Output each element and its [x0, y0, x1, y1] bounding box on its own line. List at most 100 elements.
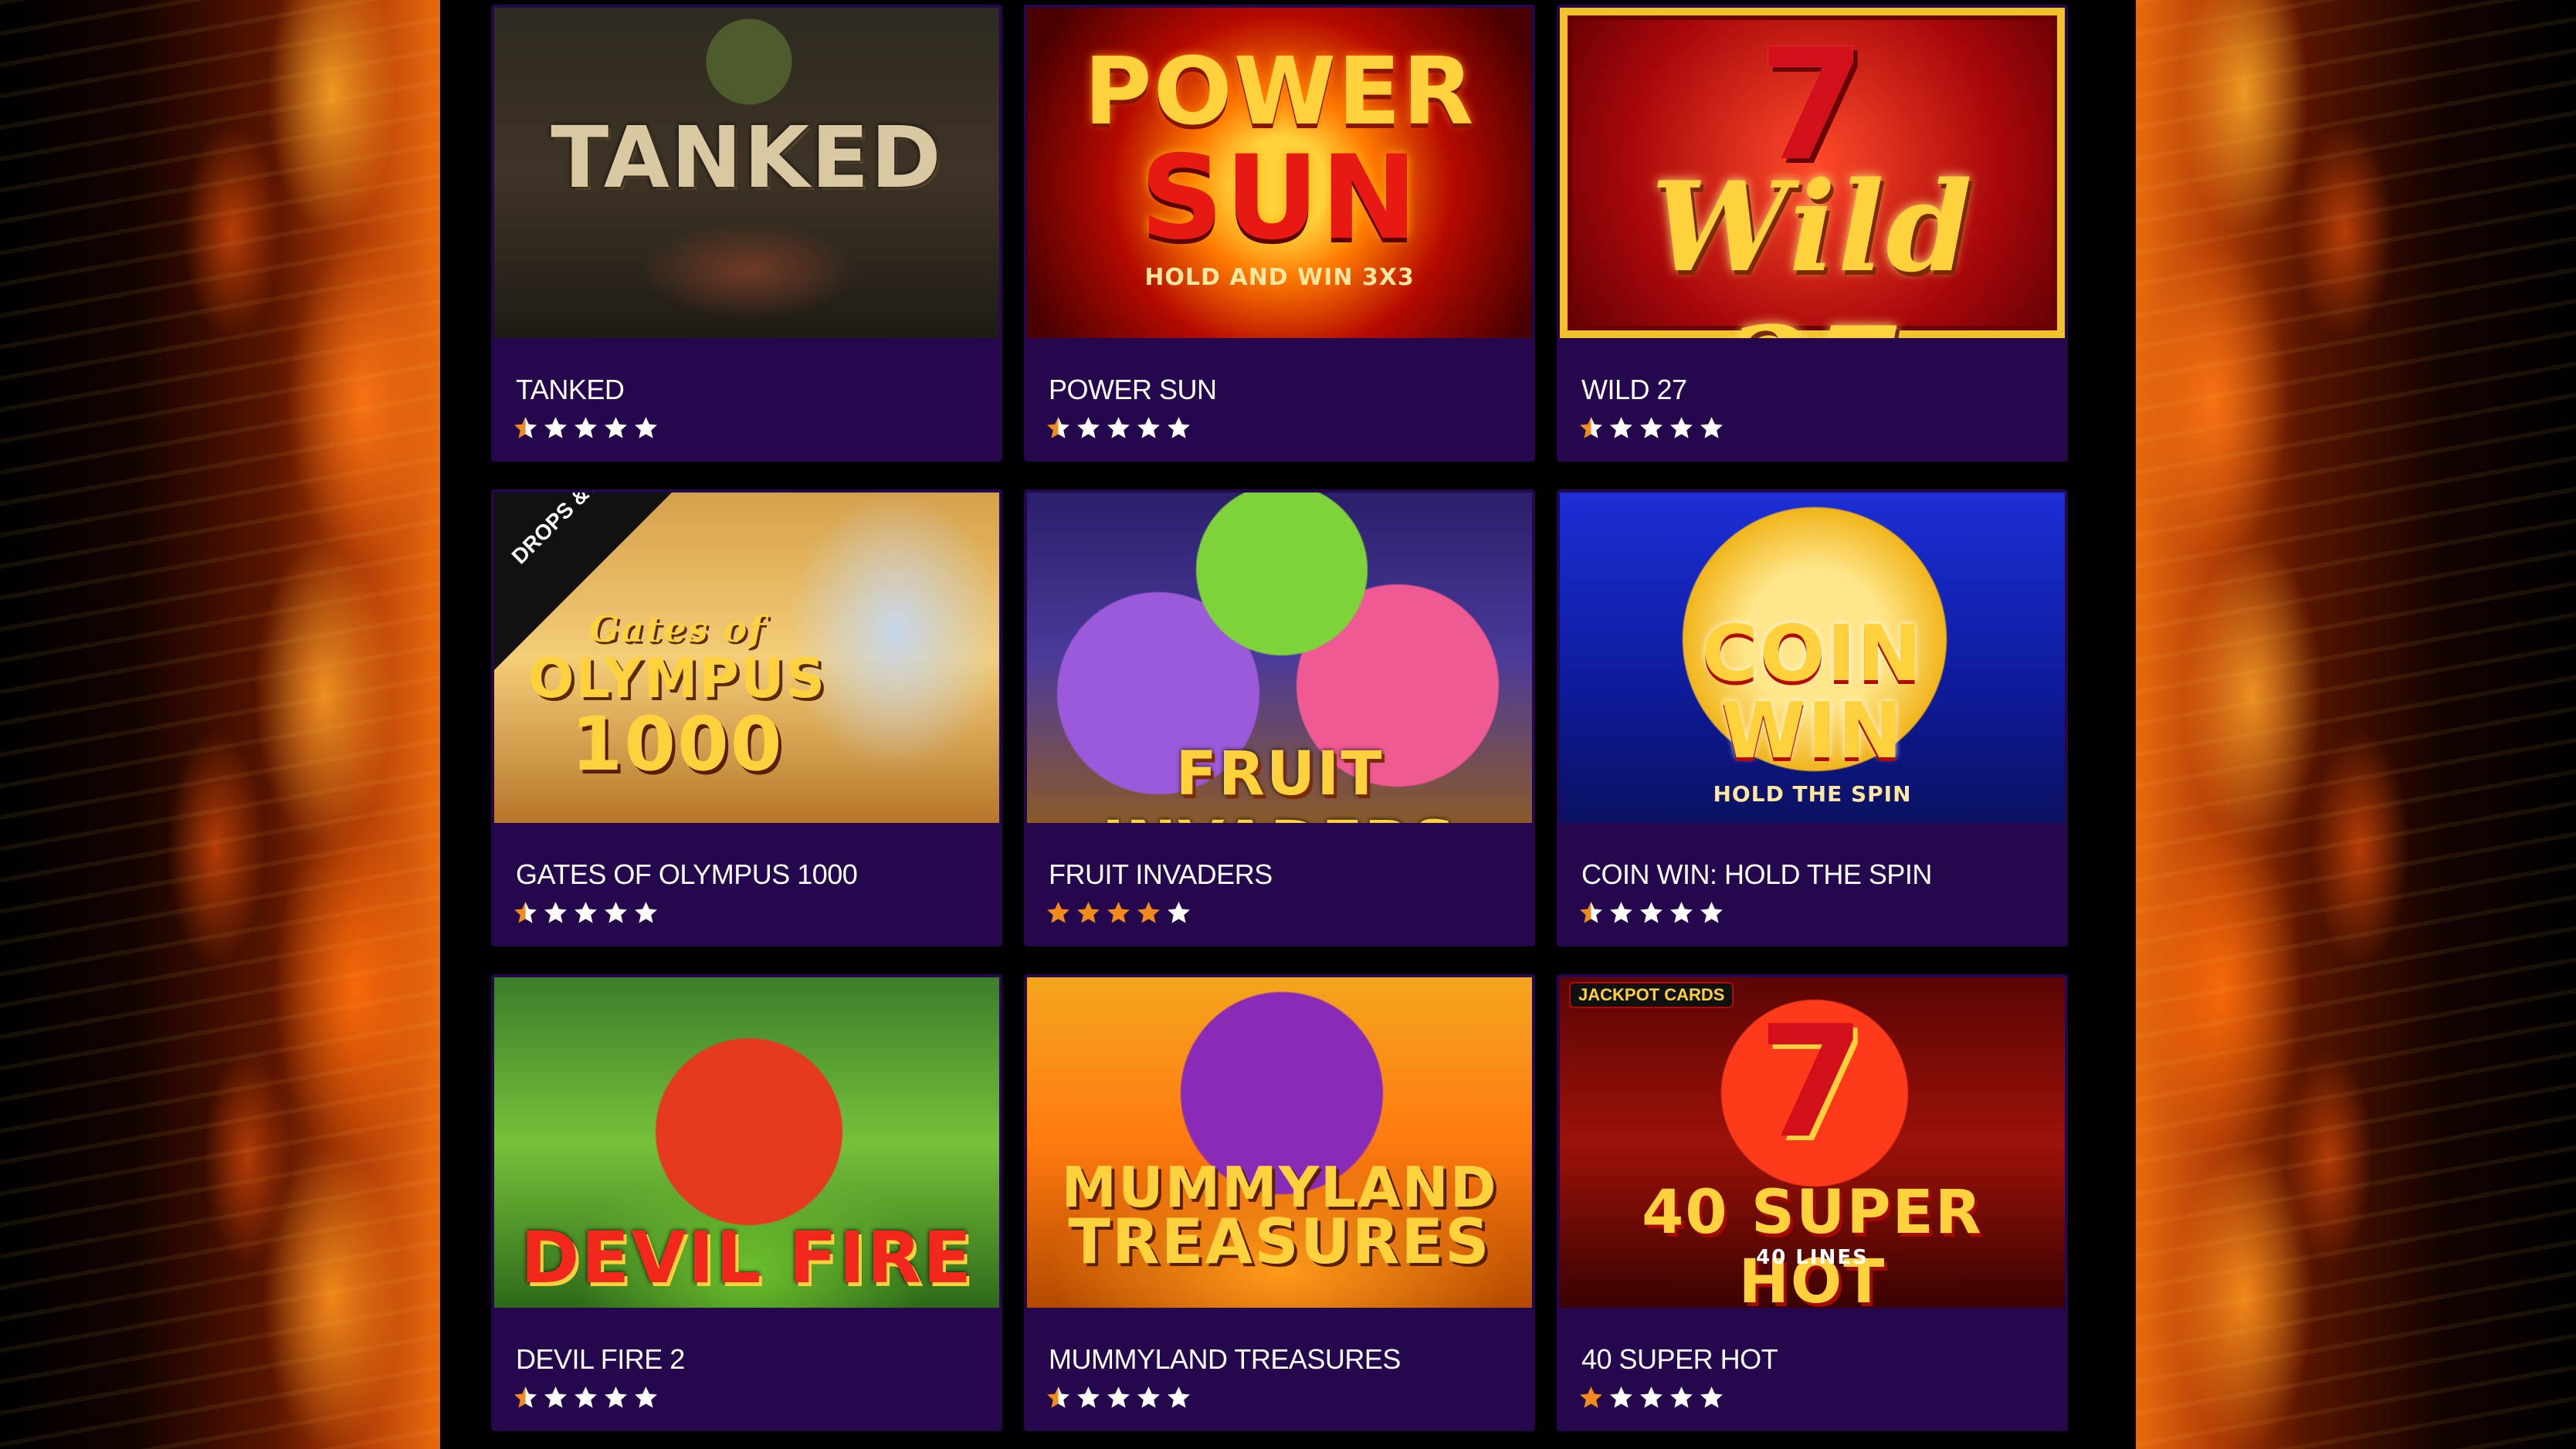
star-icon [1580, 902, 1602, 923]
star-icon [605, 902, 627, 923]
rating-stars [1046, 415, 1191, 441]
game-card-40-super-hot[interactable]: 7 40 SUPER HOT 40 LINES JACKPOT CARDS 40… [1557, 974, 2068, 1431]
star-icon [605, 417, 627, 438]
thumbnail-title: FRUIT INVADERS [1102, 740, 1456, 823]
thumbnail-subtitle: HOLD AND WIN 3X3 [1144, 264, 1415, 291]
game-title[interactable]: MUMMYLAND TREASURES [1049, 1343, 1401, 1376]
star-icon [575, 1386, 597, 1408]
star-icon [544, 1386, 567, 1408]
star-icon [1107, 902, 1130, 923]
star-icon [514, 417, 537, 438]
thumbnail-subtitle: 40 LINES [1756, 1246, 1869, 1269]
rating-stars [513, 1385, 659, 1410]
star-icon [1610, 902, 1632, 923]
game-list-area: TANKED TANKED POWER SUN HOLD AND WIN 3X3… [440, 0, 2136, 1449]
game-title[interactable]: 40 SUPER HOT [1581, 1343, 1778, 1376]
star-icon [1610, 417, 1632, 438]
game-card-mummyland-treasures[interactable]: MUMMYLAND TREASURES MUMMYLAND TREASURES [1024, 974, 1535, 1431]
thumbnail-title: POWER [1083, 39, 1476, 146]
thumbnail-title: 40 SUPER HOT [1642, 1178, 1983, 1308]
game-title[interactable]: FRUIT INVADERS [1049, 858, 1273, 891]
game-grid: TANKED TANKED POWER SUN HOLD AND WIN 3X3… [491, 5, 2080, 1431]
game-title[interactable]: GATES OF OLYMPUS 1000 [516, 858, 858, 891]
star-icon [605, 1386, 627, 1408]
star-icon [514, 902, 537, 923]
star-icon [1047, 1386, 1069, 1408]
star-icon [1640, 902, 1663, 923]
flame-border-right [2136, 0, 2576, 1449]
thumbnail-title: 7 [1757, 993, 1867, 1173]
game-title[interactable]: WILD 27 [1581, 374, 1687, 406]
star-icon [575, 417, 597, 438]
star-icon [635, 417, 657, 438]
game-thumbnail[interactable]: POWER SUN HOLD AND WIN 3X3 [1027, 8, 1532, 338]
star-icon [1580, 417, 1602, 438]
star-icon [635, 1386, 657, 1408]
star-icon [575, 902, 597, 923]
game-card-tanked[interactable]: TANKED TANKED [491, 5, 1002, 462]
rating-stars [1046, 900, 1191, 926]
thumbnail-title: WIN [1720, 686, 1904, 776]
rating-stars [1578, 415, 1724, 441]
star-icon [1077, 902, 1100, 923]
game-thumbnail[interactable]: TANKED [494, 8, 999, 338]
thumbnail-title: Wild 27 [1650, 154, 1974, 338]
star-icon [544, 417, 567, 438]
thumbnail-subtitle: HOLD THE SPIN [1713, 781, 1912, 807]
game-card-wild-27[interactable]: 7 Wild 27 WILD 27 [1557, 5, 2068, 462]
star-icon [635, 902, 657, 923]
star-icon [1047, 902, 1069, 923]
game-thumbnail[interactable]: 7 40 SUPER HOT 40 LINES JACKPOT CARDS [1560, 977, 2065, 1308]
thumbnail-title: 1000 [571, 701, 784, 787]
game-title[interactable]: DEVIL FIRE 2 [516, 1343, 685, 1376]
star-icon [1610, 1386, 1632, 1408]
game-thumbnail[interactable]: DEVIL FIRE 2 [494, 977, 999, 1308]
game-title[interactable]: TANKED [516, 374, 625, 406]
game-thumbnail[interactable]: COIN WIN HOLD THE SPIN [1560, 493, 2065, 823]
star-icon [1168, 417, 1190, 438]
game-card-coin-win[interactable]: COIN WIN HOLD THE SPIN COIN WIN: HOLD TH… [1557, 489, 2068, 946]
star-icon [514, 1386, 537, 1408]
game-title[interactable]: POWER SUN [1049, 374, 1217, 406]
star-icon [1580, 1386, 1602, 1408]
game-card-gates-of-olympus-1000[interactable]: Gates of OLYMPUS 1000 DROPS &WINS GATES … [491, 489, 1002, 946]
star-icon [1077, 417, 1100, 438]
rating-stars [513, 415, 659, 441]
star-icon [1137, 1386, 1160, 1408]
rating-stars [513, 900, 659, 926]
star-icon [1137, 902, 1160, 923]
star-icon [544, 902, 567, 923]
star-icon [1700, 902, 1723, 923]
star-icon [1640, 1386, 1663, 1408]
game-card-fruit-invaders[interactable]: FRUIT INVADERS FRUIT INVADERS [1024, 489, 1535, 946]
star-icon [1047, 417, 1069, 438]
star-icon [1168, 902, 1190, 923]
game-thumbnail[interactable]: 7 Wild 27 [1560, 8, 2065, 338]
game-thumbnail[interactable]: FRUIT INVADERS [1027, 493, 1532, 823]
game-thumbnail[interactable]: MUMMYLAND TREASURES [1027, 977, 1532, 1308]
star-icon [1077, 1386, 1100, 1408]
star-icon [1700, 1386, 1723, 1408]
star-icon [1107, 417, 1130, 438]
star-icon [1168, 1386, 1190, 1408]
jackpot-badge: JACKPOT CARDS [1569, 982, 1734, 1008]
rating-stars [1578, 1385, 1724, 1410]
rating-stars [1046, 1385, 1191, 1410]
game-title[interactable]: COIN WIN: HOLD THE SPIN [1581, 858, 1932, 891]
star-icon [1640, 417, 1663, 438]
game-thumbnail[interactable]: Gates of OLYMPUS 1000 DROPS &WINS [494, 493, 999, 823]
star-icon [1670, 1386, 1693, 1408]
thumbnail-title: SUN [1140, 131, 1419, 266]
flame-border-left [0, 0, 440, 1449]
promo-corner-ribbon [494, 493, 672, 670]
game-card-devil-fire-2[interactable]: DEVIL FIRE 2 DEVIL FIRE 2 [491, 974, 1002, 1431]
game-card-power-sun[interactable]: POWER SUN HOLD AND WIN 3X3 POWER SUN [1024, 5, 1535, 462]
rating-stars [1578, 900, 1724, 926]
star-icon [1670, 417, 1693, 438]
star-icon [1670, 902, 1693, 923]
thumbnail-title: DEVIL FIRE 2 [520, 1217, 974, 1308]
star-icon [1137, 417, 1160, 438]
thumbnail-title: TANKED [551, 108, 943, 207]
thumbnail-title: TREASURES [1068, 1206, 1491, 1278]
star-icon [1107, 1386, 1130, 1408]
